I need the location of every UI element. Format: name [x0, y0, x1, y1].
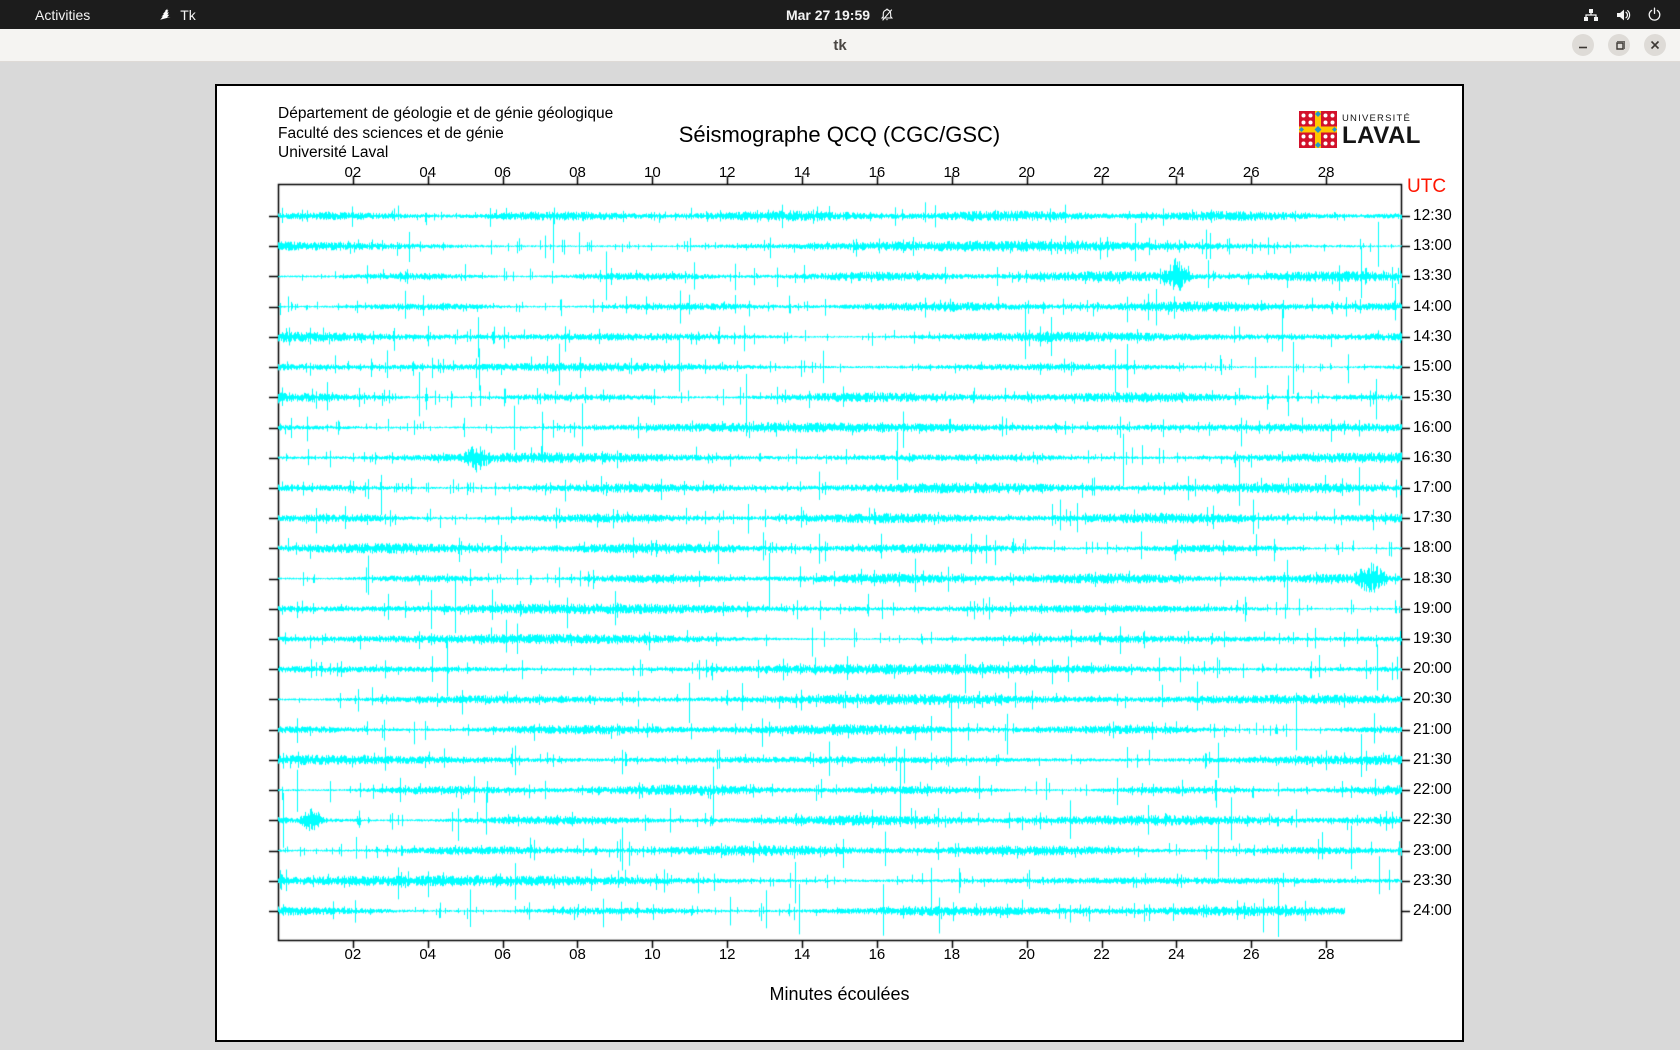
utc-tick-label: 14:30 [1413, 327, 1452, 345]
utc-tick-label: 19:30 [1413, 630, 1452, 648]
universite-laval-logo: UNIVERSITÉ LAVAL [1299, 111, 1421, 153]
utc-tick-label: 15:00 [1413, 358, 1452, 376]
x-tick-label-top: 08 [569, 164, 586, 181]
utc-tick-label: 17:00 [1413, 478, 1452, 496]
institution-line-1: Département de géologie et de génie géol… [278, 105, 614, 122]
x-tick-label-bottom: 10 [643, 946, 661, 963]
utc-tick-label: 22:30 [1413, 811, 1452, 829]
utc-tick-label: 17:30 [1413, 509, 1452, 527]
x-tick-label-top: 20 [1018, 164, 1035, 181]
utc-tick-label: 19:00 [1413, 599, 1452, 617]
utc-tick-label: 16:30 [1413, 448, 1452, 466]
x-tick-label-bottom: 12 [718, 946, 736, 963]
focused-app-menu[interactable]: Tk [158, 7, 196, 23]
x-tick-label-bottom: 24 [1168, 946, 1185, 963]
minimize-button[interactable] [1572, 34, 1594, 56]
seismograph-canvas [217, 86, 1462, 1040]
x-tick-label-top: 24 [1168, 164, 1185, 181]
power-icon [1647, 7, 1662, 22]
utc-tick-label: 13:00 [1413, 237, 1452, 255]
x-tick-label-top: 02 [344, 164, 362, 181]
utc-tick-label: 12:30 [1413, 207, 1452, 224]
clock-menu[interactable]: Mar 27 19:59 [786, 7, 894, 23]
volume-icon [1615, 7, 1631, 23]
utc-tick-label: 23:30 [1413, 871, 1452, 889]
gnome-top-bar: Activities Tk Mar 27 19:59 [0, 0, 1680, 29]
x-tick-label-bottom: 04 [419, 946, 437, 963]
utc-tick-label: 20:00 [1413, 660, 1452, 678]
x-tick-label-top: 04 [419, 164, 437, 181]
utc-tick-label: 21:00 [1413, 720, 1452, 738]
x-tick-label-bottom: 02 [344, 946, 362, 963]
window-titlebar[interactable]: tk [0, 29, 1680, 62]
activities-button[interactable]: Activities [27, 5, 98, 25]
utc-axis-title: UTC [1407, 176, 1447, 197]
x-tick-label-bottom: 28 [1317, 946, 1335, 963]
x-tick-label-bottom: 18 [943, 946, 961, 963]
x-tick-label-top: 14 [793, 164, 811, 181]
x-tick-label-top: 18 [943, 164, 961, 181]
clock-text: Mar 27 19:59 [785, 6, 871, 23]
utc-tick-label: 15:30 [1413, 388, 1452, 406]
utc-tick-label: 13:30 [1413, 267, 1452, 285]
x-tick-label-top: 16 [868, 164, 886, 181]
utc-tick-label: 22:00 [1413, 781, 1452, 799]
seismograph-frame: Département de géologie et de génie géol… [215, 84, 1464, 1042]
x-tick-label-top: 26 [1242, 164, 1260, 181]
plot-title: Séismographe QCQ (CGC/GSC) [678, 122, 1001, 147]
laval-shield-icon [1299, 111, 1337, 153]
x-tick-label-top: 12 [718, 164, 736, 181]
focused-app-label: Tk [180, 6, 196, 23]
close-button[interactable] [1644, 34, 1666, 56]
x-tick-label-top: 22 [1093, 164, 1110, 181]
x-tick-label-top: 10 [643, 164, 661, 181]
utc-tick-label: 23:00 [1413, 841, 1452, 859]
x-tick-label-top: 28 [1317, 164, 1335, 181]
x-tick-label-bottom: 16 [868, 946, 886, 963]
notifications-muted-bell-icon [880, 8, 894, 22]
x-tick-label-bottom: 26 [1242, 946, 1260, 963]
utc-tick-label: 20:30 [1413, 690, 1452, 708]
logo-laval-text: LAVAL [1342, 122, 1421, 149]
utc-tick-label: 24:00 [1413, 901, 1452, 919]
x-tick-label-bottom: 08 [569, 946, 586, 963]
tk-feather-icon [158, 7, 173, 22]
x-tick-label-bottom: 22 [1093, 946, 1110, 963]
window-title: tk [833, 36, 847, 54]
x-tick-label-bottom: 06 [494, 946, 511, 963]
utc-tick-label: 16:00 [1413, 418, 1452, 436]
utc-tick-label: 18:30 [1413, 569, 1452, 587]
wired-network-icon [1583, 7, 1599, 23]
x-tick-label-top: 06 [494, 164, 511, 181]
restore-button[interactable] [1608, 34, 1630, 56]
x-tick-label-bottom: 14 [793, 946, 811, 963]
utc-tick-label: 18:00 [1413, 539, 1452, 557]
utc-tick-label: 21:30 [1413, 750, 1452, 768]
utc-tick-label: 14:00 [1413, 297, 1452, 315]
x-tick-label-bottom: 20 [1018, 946, 1035, 963]
system-status-area[interactable] [1583, 7, 1662, 23]
x-axis-title: Minutes écoulées [769, 984, 910, 1004]
